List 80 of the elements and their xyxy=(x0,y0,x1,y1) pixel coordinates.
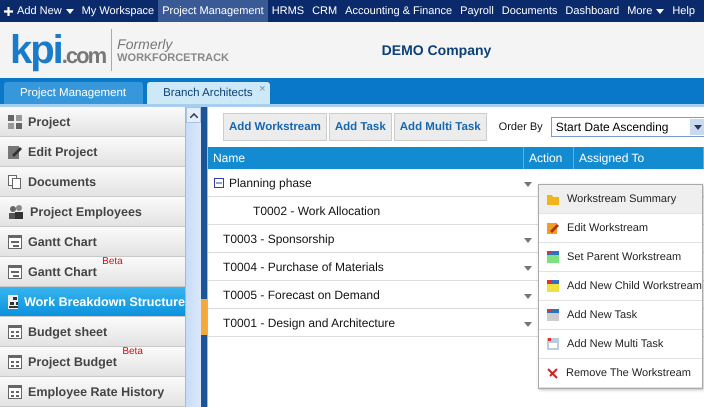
toolbar-button[interactable]: Add Task xyxy=(328,113,392,141)
former-brand-name: WORKFORCETRACK xyxy=(117,52,229,64)
order-by-label: Order By xyxy=(498,121,543,133)
splitter[interactable] xyxy=(201,107,207,407)
scrollbar[interactable] xyxy=(185,107,201,407)
nav-link[interactable]: Project Management xyxy=(158,0,268,22)
gantt-chart-icon xyxy=(8,264,22,278)
caret-icon xyxy=(66,8,74,14)
table-icon xyxy=(8,354,22,368)
nav-link[interactable]: My Workspace xyxy=(78,0,158,22)
nav-link[interactable]: Accounting & Finance xyxy=(341,0,456,22)
menu-item[interactable]: Add New Multi Task xyxy=(539,330,702,359)
sidebar-item[interactable]: Documents xyxy=(0,167,185,197)
task-name: T0001 - Design and Architecture xyxy=(223,316,396,330)
beta-label: Beta xyxy=(122,346,143,356)
edit-icon xyxy=(8,144,22,158)
nav-link[interactable]: Documents xyxy=(498,0,562,22)
menu-item[interactable]: Set Parent Workstream xyxy=(539,243,702,272)
task-name: T0005 - Forecast on Demand xyxy=(223,288,380,302)
caret-icon xyxy=(656,8,664,14)
nav-link[interactable]: Payroll xyxy=(456,0,498,22)
task-name: T0004 - Purchase of Materials xyxy=(223,260,384,274)
chevron-up-icon xyxy=(190,112,198,118)
company-name: DEMO Company xyxy=(380,42,492,58)
documents-icon xyxy=(8,174,22,188)
menu-item[interactable]: Edit Workstream xyxy=(539,214,702,243)
caret-icon xyxy=(524,294,532,298)
edit-icon xyxy=(547,222,559,234)
window-icon xyxy=(547,338,559,350)
window-icon xyxy=(547,280,559,292)
formerly-label: Formerly xyxy=(117,36,174,52)
nav-link[interactable]: CRM xyxy=(308,0,342,22)
menu-item[interactable]: Workstream Summary xyxy=(539,185,702,214)
grid-icon xyxy=(8,114,22,128)
sidebar-item[interactable]: Project Budget Beta xyxy=(0,347,185,377)
sidebar-item[interactable]: Project Employees xyxy=(0,197,185,227)
caret-icon xyxy=(524,238,532,242)
caret-icon xyxy=(524,266,532,270)
collapse-icon[interactable] xyxy=(214,178,224,188)
toolbar-button[interactable]: Add Multi Task xyxy=(394,113,487,141)
folder-icon xyxy=(547,194,559,204)
table-icon xyxy=(8,384,22,398)
nav-link[interactable]: HRMS xyxy=(268,0,308,22)
column-header: Name xyxy=(208,147,524,169)
window-icon xyxy=(547,251,559,263)
menu-item[interactable]: Add New Child Workstream xyxy=(539,272,702,301)
people-icon xyxy=(8,204,24,218)
task-name: Planning phase xyxy=(229,176,312,190)
plus-icon xyxy=(4,6,13,16)
nav-link[interactable]: More xyxy=(623,0,668,22)
caret-icon xyxy=(694,124,702,130)
menu-item[interactable]: Remove The Workstream xyxy=(539,359,702,388)
scroll-up-button[interactable] xyxy=(186,107,201,123)
tab[interactable]: Branch Architects × xyxy=(147,82,270,104)
caret-icon xyxy=(524,182,532,186)
beta-label: Beta xyxy=(102,256,123,266)
menu-item[interactable]: Add New Task xyxy=(539,301,702,330)
caret-icon xyxy=(524,322,532,326)
sidebar-item[interactable]: Edit Project xyxy=(0,137,185,167)
sidebar-item[interactable]: Gantt Chart Beta xyxy=(0,257,185,287)
nav-link[interactable]: Add New xyxy=(0,0,78,22)
table-icon xyxy=(8,324,22,338)
task-name: T0003 - Sponsorship xyxy=(223,232,334,246)
sidebar-item[interactable]: Gantt Chart xyxy=(0,227,185,257)
gantt-chart-icon xyxy=(8,234,22,248)
column-header: Assigned To xyxy=(574,147,704,169)
task-name: T0002 - Work Allocation xyxy=(253,204,380,218)
nav-link[interactable]: Dashboard xyxy=(561,0,624,22)
delete-icon xyxy=(547,368,558,378)
sidebar-item[interactable]: Employee Rate History xyxy=(0,377,185,407)
column-header: Action xyxy=(524,147,574,169)
order-by-select[interactable]: Start Date Ascending xyxy=(550,117,704,137)
sidebar-item[interactable]: Budget sheet xyxy=(0,317,185,347)
window-icon xyxy=(547,309,559,321)
nav-link[interactable]: Help xyxy=(668,0,699,22)
sidebar-item[interactable]: Project xyxy=(0,107,185,137)
logo: kpi.com xyxy=(10,28,106,72)
hierarchy-icon xyxy=(8,294,18,308)
collapse-handle[interactable] xyxy=(201,299,207,335)
toolbar-button[interactable]: Add Workstream xyxy=(223,113,327,141)
